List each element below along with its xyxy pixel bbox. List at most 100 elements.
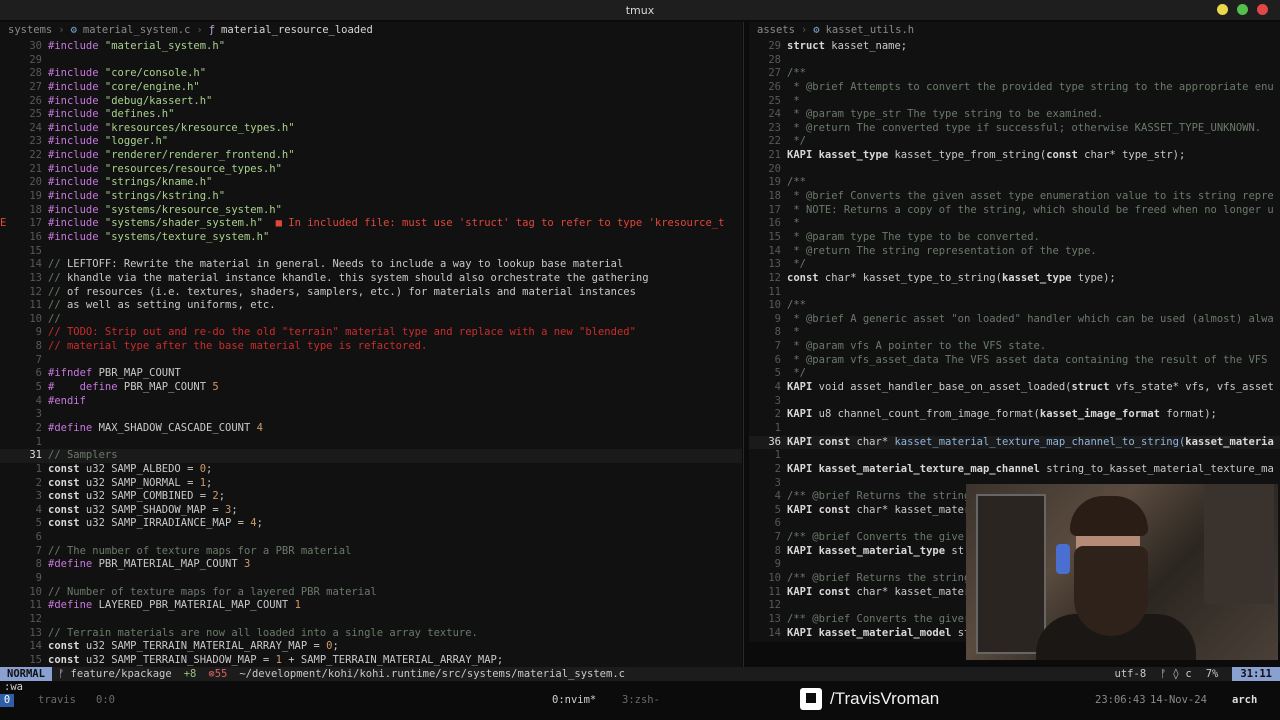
code-line[interactable]: 1 const u32 SAMP_ALBEDO = 0;	[0, 463, 742, 477]
code-line[interactable]: 21 KAPI kasset_type kasset_type_from_stri…	[749, 149, 1280, 163]
code-line[interactable]: 8 *	[749, 326, 1280, 340]
code-line[interactable]: 25 *	[749, 95, 1280, 109]
code-line[interactable]: 28 #include "core/console.h"	[0, 67, 742, 81]
code-line[interactable]: 12	[0, 613, 742, 627]
code-line[interactable]: 12 const char* kasset_type_to_string(kass…	[749, 272, 1280, 286]
code-line[interactable]: 15 const u32 SAMP_TERRAIN_SHADOW_MAP = 1 …	[0, 654, 742, 667]
code-line[interactable]: 3	[749, 395, 1280, 409]
left-code-area[interactable]: 30 #include "material_system.h" 29 28 #inclu…	[0, 40, 742, 667]
line-number: 14	[29, 640, 42, 653]
code-line[interactable]: 26 #include "debug/kassert.h"	[0, 95, 742, 109]
code-line[interactable]: 5 */	[749, 367, 1280, 381]
line-number: 25	[29, 108, 42, 121]
code-line[interactable]: 9 * @brief A generic asset "on loaded" h…	[749, 313, 1280, 327]
code-line[interactable]: 12// of resources (i.e. textures, shader…	[0, 286, 742, 300]
code-line[interactable]: 11// as well as setting uniforms, etc.	[0, 299, 742, 313]
code-line[interactable]: 5 const u32 SAMP_IRRADIANCE_MAP = 4;	[0, 517, 742, 531]
line-number: 13	[29, 271, 42, 284]
code-line[interactable]: 6	[0, 531, 742, 545]
code-line[interactable]: 7 // The number of texture maps for a PBR…	[0, 545, 742, 559]
code-line[interactable]: 28	[749, 54, 1280, 68]
breadcrumb-symbol[interactable]: material_resource_loaded	[221, 24, 373, 36]
code-line[interactable]: 14 const u32 SAMP_TERRAIN_MATERIAL_ARRAY_…	[0, 640, 742, 654]
code-line[interactable]: 18 #include "systems/kresource_system.h"	[0, 204, 742, 218]
code-line[interactable]: 13// khandle via the material instance k…	[0, 272, 742, 286]
left-editor-pane[interactable]: systems › ⚙ material_system.c › ƒ materi…	[0, 22, 742, 667]
breadcrumb-folder[interactable]: systems	[8, 24, 52, 36]
code-line[interactable]: 1	[0, 436, 742, 450]
code-line[interactable]: 21 #include "resources/resource_types.h"	[0, 163, 742, 177]
code-line[interactable]: 1	[749, 422, 1280, 436]
code-line[interactable]: 36 KAPI const char* kasset_material_textu…	[749, 435, 1280, 450]
code-line[interactable]: 27 /**	[749, 67, 1280, 81]
code-line[interactable]: 25 #include "defines.h"	[0, 108, 742, 122]
code-line[interactable]: 10 /**	[749, 299, 1280, 313]
maximize-button[interactable]	[1237, 4, 1248, 15]
tmux-window-zsh[interactable]: 3:zsh-	[622, 694, 660, 707]
code-line[interactable]: 4 KAPI void asset_handler_base_on_asset_l…	[749, 381, 1280, 395]
code-line[interactable]: 13 // Terrain materials are now all loade…	[0, 627, 742, 641]
code-line[interactable]: 2 #define MAX_SHADOW_CASCADE_COUNT 4	[0, 422, 742, 436]
code-line[interactable]: 5 # define PBR_MAP_COUNT 5	[0, 381, 742, 395]
code-line[interactable]: 2 KAPI u8 channel_count_from_image_format…	[749, 408, 1280, 422]
code-line[interactable]: 6 * @param vfs_asset_data The VFS asset …	[749, 354, 1280, 368]
code-token: char* kasset_type_to_string(	[818, 271, 1002, 284]
breadcrumb-file[interactable]: material_system.c	[83, 24, 190, 36]
breadcrumb-file[interactable]: kasset_utils.h	[826, 24, 915, 36]
code-line[interactable]: 15 * @param type The type to be converte…	[749, 231, 1280, 245]
code-line[interactable]: 14// LEFTOFF: Rewrite the material in ge…	[0, 258, 742, 272]
minimize-button[interactable]	[1217, 4, 1228, 15]
breadcrumb-folder[interactable]: assets	[757, 24, 795, 36]
code-line[interactable]: 7 * @param vfs A pointer to the VFS stat…	[749, 340, 1280, 354]
code-line[interactable]: 22 #include "renderer/renderer_frontend.h…	[0, 149, 742, 163]
code-line[interactable]: 27 #include "core/engine.h"	[0, 81, 742, 95]
code-line[interactable]: 8 // material type after the base materia…	[0, 340, 742, 354]
code-line[interactable]: 23 #include "logger.h"	[0, 135, 742, 149]
code-line[interactable]: 8 #define PBR_MATERIAL_MAP_COUNT 3	[0, 558, 742, 572]
code-line[interactable]: 10 //	[0, 313, 742, 327]
code-line[interactable]: 30 #include "material_system.h"	[0, 40, 742, 54]
code-line[interactable]: 17 * NOTE: Returns a copy of the string,…	[749, 204, 1280, 218]
code-text: // The number of texture maps for a PBR …	[44, 545, 351, 559]
code-line[interactable]: 31 // Samplers	[0, 449, 742, 463]
code-line[interactable]: 24 #include "kresources/kresource_types.h…	[0, 122, 742, 136]
tmux-window-nvim[interactable]: 0:nvim*	[552, 694, 596, 707]
code-line[interactable]: 1	[749, 449, 1280, 463]
code-line[interactable]: 20	[749, 163, 1280, 177]
code-line[interactable]: 11 #define LAYERED_PBR_MATERIAL_MAP_COUNT…	[0, 599, 742, 613]
code-line[interactable]: 4 #endif	[0, 395, 742, 409]
close-button[interactable]	[1257, 4, 1268, 15]
code-line[interactable]: 9 // TODO: Strip out and re-do the old "t…	[0, 326, 742, 340]
code-line[interactable]: 29	[0, 54, 742, 68]
code-line[interactable]: 20 #include "strings/kname.h"	[0, 176, 742, 190]
code-line[interactable]: 13 */	[749, 258, 1280, 272]
command-line[interactable]: :wa	[0, 681, 1280, 694]
tmux-session-name: travis	[38, 694, 76, 706]
code-line[interactable]: 4 const u32 SAMP_SHADOW_MAP = 3;	[0, 504, 742, 518]
code-line[interactable]: 9	[0, 572, 742, 586]
code-line[interactable]: 14 * @return The string representation o…	[749, 245, 1280, 259]
code-line[interactable]: 6 #ifndef PBR_MAP_COUNT	[0, 367, 742, 381]
code-line[interactable]: 10 // Number of texture maps for a layere…	[0, 586, 742, 600]
code-line[interactable]: 29 struct kasset_name;	[749, 40, 1280, 54]
code-text: * NOTE: Returns a copy of the string, wh…	[783, 204, 1273, 218]
code-line[interactable]: 16 *	[749, 217, 1280, 231]
code-line[interactable]: 18 * @brief Converts the given asset typ…	[749, 190, 1280, 204]
tmux-window-0[interactable]: 0:0	[96, 694, 115, 707]
code-line[interactable]: 15	[0, 245, 742, 259]
code-line[interactable]: 22 */	[749, 135, 1280, 149]
code-line[interactable]: 26 * @brief Attempts to convert the prov…	[749, 81, 1280, 95]
pane-divider[interactable]	[743, 22, 748, 667]
code-line[interactable]: 19 #include "strings/kstring.h"	[0, 190, 742, 204]
code-line[interactable]: 3 const u32 SAMP_COMBINED = 2;	[0, 490, 742, 504]
code-line[interactable]: 23 * @return The converted type if succe…	[749, 122, 1280, 136]
code-line[interactable]: 19 /**	[749, 176, 1280, 190]
code-line[interactable]: 3	[0, 408, 742, 422]
code-line[interactable]: 7	[0, 354, 742, 368]
code-line[interactable]: 11	[749, 286, 1280, 300]
code-line[interactable]: 16 #include "systems/texture_system.h"	[0, 231, 742, 245]
code-line[interactable]: 24 * @param type_str The type string to …	[749, 108, 1280, 122]
code-line[interactable]: 2 const u32 SAMP_NORMAL = 1;	[0, 477, 742, 491]
code-line[interactable]: 2 KAPI kasset_material_texture_map_channe…	[749, 463, 1280, 477]
code-line[interactable]: E 17 #include "systems/shader_system.h" ■ …	[0, 217, 742, 231]
